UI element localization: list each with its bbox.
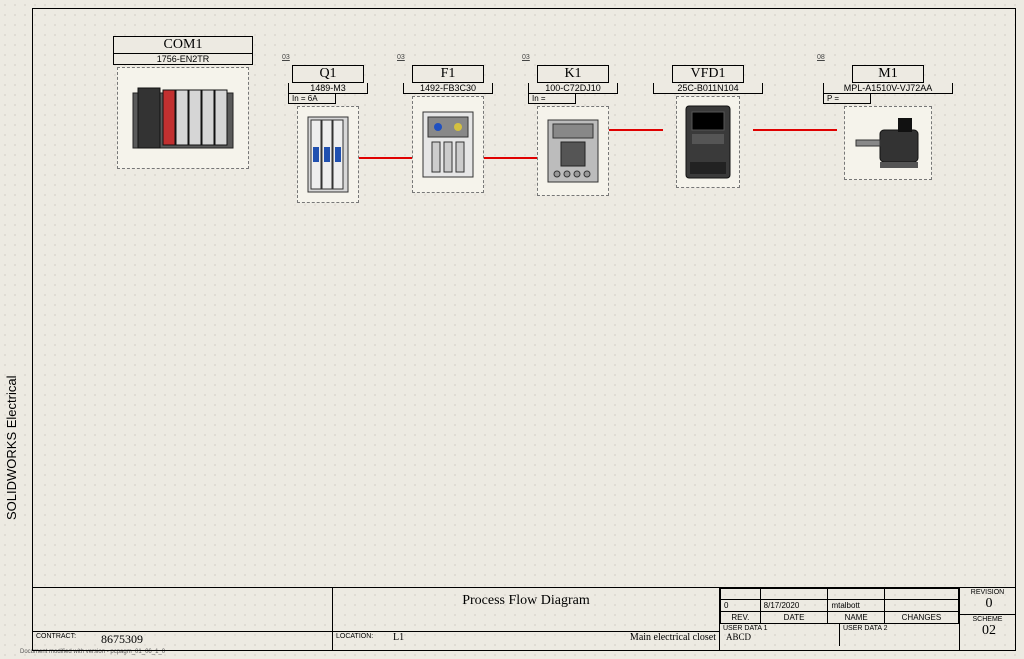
f1-part: 1492-FB3C30 — [403, 83, 493, 94]
rev-cell-changes — [884, 600, 958, 612]
app-name-sidebar: SOLIDWORKS Electrical — [4, 376, 19, 520]
rev-hdr-changes: CHANGES — [884, 612, 958, 624]
contract-value: 8675309 — [95, 632, 332, 650]
component-com1[interactable]: COM1 1756-EN2TR — [113, 36, 253, 169]
k1-part: 100-C72DJ10 — [528, 83, 618, 94]
userdata2-value — [840, 632, 959, 634]
title-block: CONTRACT: 8675309 Process Flow Diagram L… — [33, 587, 1015, 650]
scheme-label: SCHEME — [960, 615, 1015, 623]
userdata1-label: User data 1 — [720, 624, 839, 632]
location-label: LOCATION: — [333, 632, 387, 650]
rev-hdr-rev: REV. — [721, 612, 761, 624]
rev-hdr-name: NAME — [828, 612, 884, 624]
vfd1-image — [676, 96, 740, 188]
q1-ref: 03 — [282, 54, 290, 61]
m1-image — [844, 106, 932, 180]
f1-ref: 03 — [397, 54, 405, 61]
sub-location: Main electrical closet — [456, 632, 719, 650]
revision-table: 0 8/17/2020 mtalbott REV. DATE NAME CHAN… — [720, 588, 959, 624]
location-value: L1 — [387, 632, 456, 650]
component-vfd1[interactable]: VFD1 25C-B011N104 — [653, 64, 763, 188]
rev-cell-name: mtalbott — [828, 600, 884, 612]
userdata2-label: User data 2 — [840, 624, 959, 632]
com1-image — [117, 67, 249, 169]
m1-param: P = — [823, 94, 871, 104]
q1-name: Q1 — [292, 65, 364, 83]
k1-image — [537, 106, 609, 196]
m1-name: M1 — [852, 65, 924, 83]
vfd1-name: VFD1 — [672, 65, 744, 83]
k1-ref: 03 — [522, 54, 530, 61]
drawing-title: Process Flow Diagram — [333, 588, 719, 632]
m1-ref: 08 — [817, 54, 825, 61]
q1-param: In = 6A — [288, 94, 336, 104]
k1-name: K1 — [537, 65, 609, 83]
component-k1[interactable]: 03 K1 100-C72DJ10 In = — [528, 64, 618, 196]
revision-label: REVISION — [960, 588, 1015, 596]
k1-param: In = — [528, 94, 576, 104]
contract-label: CONTRACT: — [33, 632, 95, 650]
q1-part: 1489-M3 — [288, 83, 368, 94]
userdata1-value: ABCD — [720, 632, 839, 644]
q1-image — [297, 106, 359, 203]
m1-part: MPL-A1510V-VJ72AA — [823, 83, 953, 94]
com1-part: 1756-EN2TR — [113, 54, 253, 65]
vfd1-part: 25C-B011N104 — [653, 83, 763, 94]
f1-image — [412, 96, 484, 193]
scheme-value: 02 — [960, 623, 1015, 641]
rev-cell-rev: 0 — [721, 600, 761, 612]
com1-name: COM1 — [113, 36, 253, 54]
component-q1[interactable]: 03 Q1 1489-M3 In = 6A — [288, 64, 368, 203]
f1-name: F1 — [412, 65, 484, 83]
revision-value: 0 — [960, 596, 1015, 614]
rev-cell-date: 8/17/2020 — [760, 600, 828, 612]
component-m1[interactable]: 08 M1 MPL-A1510V-VJ72AA P = — [823, 64, 953, 180]
drawing-frame: COM1 1756-EN2TR 03 Q1 1489-M3 In = 6A — [32, 8, 1016, 651]
rev-hdr-date: DATE — [760, 612, 828, 624]
component-f1[interactable]: 03 F1 1492-FB3C30 — [403, 64, 493, 193]
